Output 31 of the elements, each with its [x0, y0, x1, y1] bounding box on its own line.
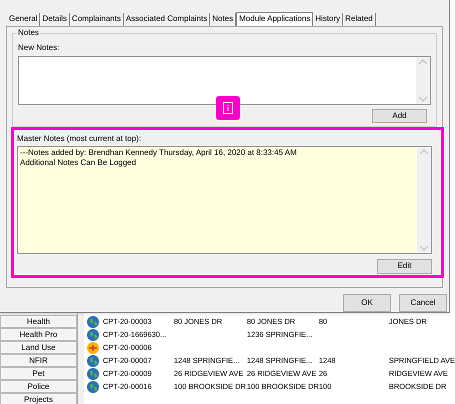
globe-icon: [86, 380, 99, 392]
field-label: Master Notes (most current at top):: [17, 132, 142, 145]
scrollbar[interactable]: [416, 56, 430, 104]
scroll-up-icon[interactable]: [420, 148, 428, 154]
sidebar-item[interactable]: Police: [0, 380, 77, 393]
sidebar-item[interactable]: Land Use: [0, 341, 77, 354]
globe-icon: [86, 328, 99, 340]
sidebar-item[interactable]: Health: [0, 315, 77, 328]
sidebar-item[interactable]: Pet: [0, 367, 77, 380]
note-line: Additional Notes Can Be Logged: [20, 158, 138, 168]
edit-button[interactable]: Edit: [377, 258, 432, 274]
sidebar-item[interactable]: NFIR: [0, 354, 77, 367]
sidebar-item[interactable]: Projects: [0, 393, 77, 404]
globe-icon: [86, 368, 99, 380]
info-icon: [223, 102, 233, 114]
warning-icon: [86, 342, 99, 354]
note-line: ---Notes added by: Brendhan Kennedy Thursday, April 16, 2020 at 8:33:45 AM: [20, 148, 298, 158]
globe-icon: [86, 354, 99, 366]
master-notes-field[interactable]: ---Notes added by: Brendhan Kennedy Thursday, April 16, 2020 at 8:33:45 AM Additional Notes Can Be Logged: [17, 146, 432, 254]
scroll-down-icon[interactable]: [420, 246, 428, 251]
globe-icon: [86, 316, 99, 328]
add-button[interactable]: Add: [372, 108, 427, 123]
new-notes-field[interactable]: [18, 56, 431, 105]
field-label: New Notes:: [18, 42, 60, 54]
cancel-button[interactable]: Cancel: [399, 294, 447, 312]
scrollbar[interactable]: [417, 146, 431, 253]
ok-button[interactable]: OK: [343, 294, 391, 312]
scroll-down-icon[interactable]: [419, 96, 427, 102]
sidebar-item[interactable]: Health Pro: [0, 328, 77, 341]
tab[interactable]: Module Applications: [236, 12, 314, 27]
scroll-up-icon[interactable]: [419, 58, 427, 64]
